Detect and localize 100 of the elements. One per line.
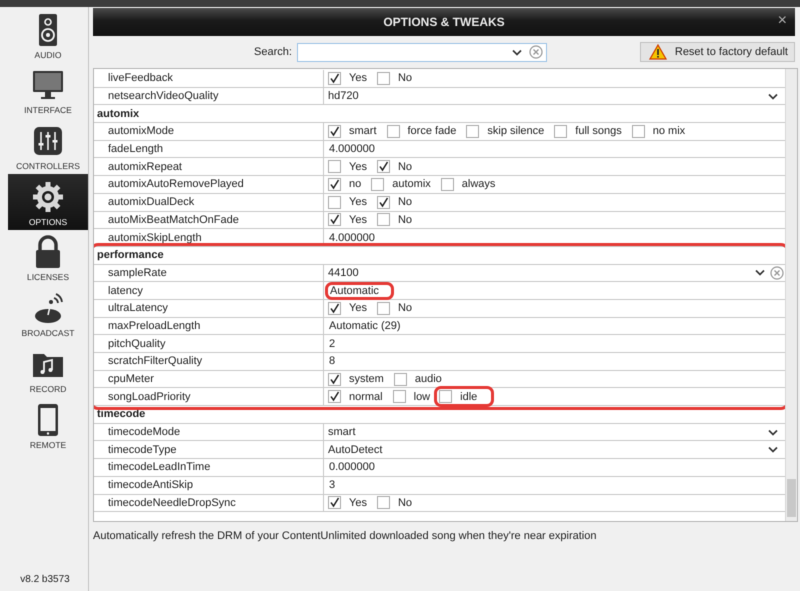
sidebar-label: REMOTE — [30, 440, 66, 450]
option-label: force fade — [408, 125, 456, 138]
dropdown[interactable]: AutoDetect — [328, 444, 768, 456]
close-button[interactable]: × — [776, 12, 789, 30]
setting-value[interactable]: 0.000000 — [328, 461, 376, 474]
checkbox[interactable] — [328, 213, 341, 226]
option-label: Yes — [349, 496, 367, 509]
search-label: Search: — [254, 46, 292, 58]
checkbox[interactable] — [328, 496, 341, 510]
checkbox[interactable] — [386, 124, 400, 138]
search-field[interactable] — [296, 42, 547, 62]
checkbox[interactable] — [328, 72, 341, 85]
checkbox[interactable] — [440, 178, 454, 191]
setting-name: automixMode — [108, 125, 174, 138]
checkbox[interactable] — [376, 160, 390, 174]
option-label: normal — [349, 390, 383, 403]
dropdown[interactable]: hd720 — [328, 90, 768, 102]
setting-name: automixAutoRemovePlayed — [108, 178, 244, 190]
setting-name: sampleRate — [108, 266, 167, 279]
chevron-down-icon — [768, 92, 778, 100]
option-label: full songs — [575, 125, 622, 138]
checkbox[interactable] — [392, 390, 406, 404]
checkbox[interactable] — [376, 72, 390, 85]
setting-name: pitchQuality — [108, 338, 166, 350]
section-header: timecode — [97, 408, 146, 420]
checkbox[interactable] — [376, 302, 390, 315]
checkbox[interactable] — [371, 178, 384, 191]
checkbox[interactable] — [632, 124, 645, 138]
checkbox[interactable] — [394, 372, 407, 386]
option-label: No — [398, 496, 412, 509]
setting-name: cpuMeter — [108, 373, 154, 386]
clear-icon — [528, 45, 543, 59]
checkbox[interactable] — [328, 302, 341, 315]
sidebar-item[interactable]: CONTROLLERS — [8, 118, 88, 174]
section-header: performance — [97, 249, 164, 262]
checkbox[interactable] — [328, 196, 341, 209]
option-label: smart — [349, 125, 376, 138]
setting-name: timecodeNeedleDropSync — [108, 496, 236, 509]
setting-value[interactable]: 8 — [328, 355, 336, 368]
setting-value[interactable]: Automatic (29) — [328, 320, 402, 332]
setting-value[interactable]: 4.000000 — [328, 143, 376, 156]
setting-name: automixSkipLength — [108, 232, 202, 244]
setting-name: latency — [108, 284, 143, 297]
sidebar-label: AUDIO — [34, 50, 62, 60]
checkbox[interactable] — [439, 390, 452, 404]
checkbox[interactable] — [328, 178, 341, 191]
setting-name: maxPreloadLength — [108, 320, 200, 332]
checkbox[interactable] — [466, 124, 480, 138]
sidebar-item[interactable]: INTERFACE — [8, 62, 88, 118]
sidebar-item[interactable]: BROADCAST — [8, 285, 88, 342]
sidebar-label: CONTROLLERS — [16, 161, 80, 172]
setting-name: automixRepeat — [108, 160, 182, 173]
scrollbar[interactable] — [785, 69, 797, 521]
checkbox[interactable] — [376, 213, 390, 226]
sidebar-label: BROADCAST — [22, 328, 74, 338]
sidebar-item[interactable]: AUDIO — [8, 7, 88, 63]
checkbox[interactable] — [554, 124, 568, 138]
setting-value[interactable]: Automatic — [328, 284, 391, 297]
dropdown[interactable]: 44100 — [328, 266, 755, 279]
option-label: always — [462, 178, 496, 190]
setting-name: timecodeType — [108, 444, 176, 456]
sidebar-item[interactable]: OPTIONS — [8, 174, 88, 230]
option-label: No — [398, 302, 412, 314]
sidebar-item[interactable]: RECORD — [8, 341, 88, 397]
checkbox[interactable] — [376, 196, 390, 209]
setting-name: netsearchVideoQuality — [108, 90, 218, 102]
setting-value[interactable]: 2 — [328, 338, 336, 350]
option-label: No — [398, 196, 412, 208]
section-header: automix — [97, 108, 140, 120]
option-label: Yes — [349, 196, 367, 208]
option-label: No — [398, 214, 412, 226]
sidebar-item[interactable]: REMOTE — [8, 396, 88, 452]
setting-value[interactable]: 3 — [328, 479, 336, 492]
reset-button[interactable]: Reset to factory default — [640, 42, 795, 62]
sidebar-item[interactable]: LICENSES — [8, 230, 88, 286]
option-label: Yes — [349, 214, 367, 226]
sidebar-label: LICENSES — [26, 272, 70, 282]
option-label: no — [349, 178, 362, 190]
description-text: Automatically refresh the DRM of your ContentUnlimited downloaded song when they're near expiration — [93, 530, 598, 542]
setting-name: ultraLatency — [108, 302, 168, 314]
dropdown[interactable]: smart — [328, 426, 768, 438]
checkbox[interactable] — [328, 160, 341, 174]
option-label: Yes — [349, 160, 367, 173]
sidebar-label: INTERFACE — [24, 105, 72, 116]
window-title: OPTIONS & TWEAKS — [383, 15, 505, 29]
checkbox[interactable] — [328, 390, 341, 404]
scrollbar-thumb[interactable] — [787, 479, 796, 517]
setting-name: automixDualDeck — [108, 196, 194, 208]
setting-name: timecodeMode — [108, 426, 180, 438]
checkbox[interactable] — [328, 372, 341, 386]
checkbox[interactable] — [328, 124, 341, 138]
option-label: Yes — [349, 72, 367, 84]
option-label: audio — [414, 373, 442, 386]
setting-name: fadeLength — [108, 143, 164, 156]
option-label: No — [398, 72, 412, 84]
option-label: No — [398, 160, 412, 173]
setting-name: timecodeAntiSkip — [108, 479, 193, 492]
option-label: Yes — [349, 302, 367, 314]
checkbox[interactable] — [376, 496, 390, 510]
setting-value[interactable]: 4.000000 — [328, 232, 376, 244]
